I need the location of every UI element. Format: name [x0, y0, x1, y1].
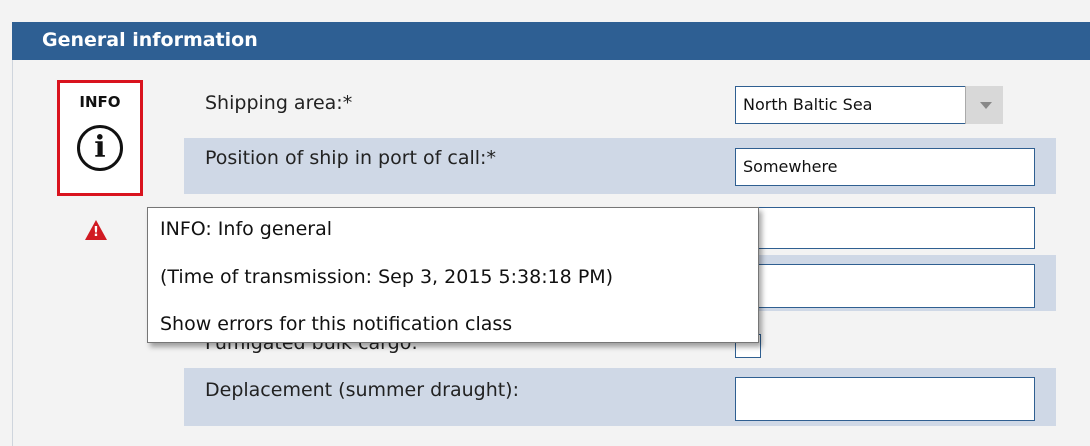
tooltip-timestamp: (Time of transmission: Sep 3, 2015 5:38:… [160, 266, 614, 288]
section-title: General information [42, 29, 258, 51]
tooltip-title: INFO: Info general [160, 218, 333, 240]
info-circle-icon: i [77, 125, 123, 171]
warning-triangle-icon[interactable]: ! [85, 220, 107, 240]
chevron-down-icon[interactable] [965, 86, 1003, 124]
position-value: Somewhere [743, 157, 838, 176]
field-input-4[interactable] [735, 264, 1035, 308]
info-label: INFO [79, 93, 121, 111]
shipping-area-value: North Baltic Sea [743, 95, 873, 114]
field-input-3[interactable] [735, 207, 1035, 249]
deplacement-input[interactable] [735, 377, 1035, 421]
info-tooltip: INFO: Info general (Time of transmission… [147, 207, 759, 343]
deplacement-label: Deplacement (summer draught): [205, 379, 520, 401]
shipping-area-label: Shipping area:* [205, 92, 353, 114]
position-input[interactable]: Somewhere [735, 148, 1035, 186]
info-status-box[interactable]: INFO i [57, 80, 143, 196]
position-label: Position of ship in port of call:* [205, 147, 496, 169]
show-errors-link[interactable]: Show errors for this notification class [160, 313, 512, 335]
shipping-area-select[interactable]: North Baltic Sea [735, 86, 1003, 124]
section-header: General information [12, 22, 1090, 60]
